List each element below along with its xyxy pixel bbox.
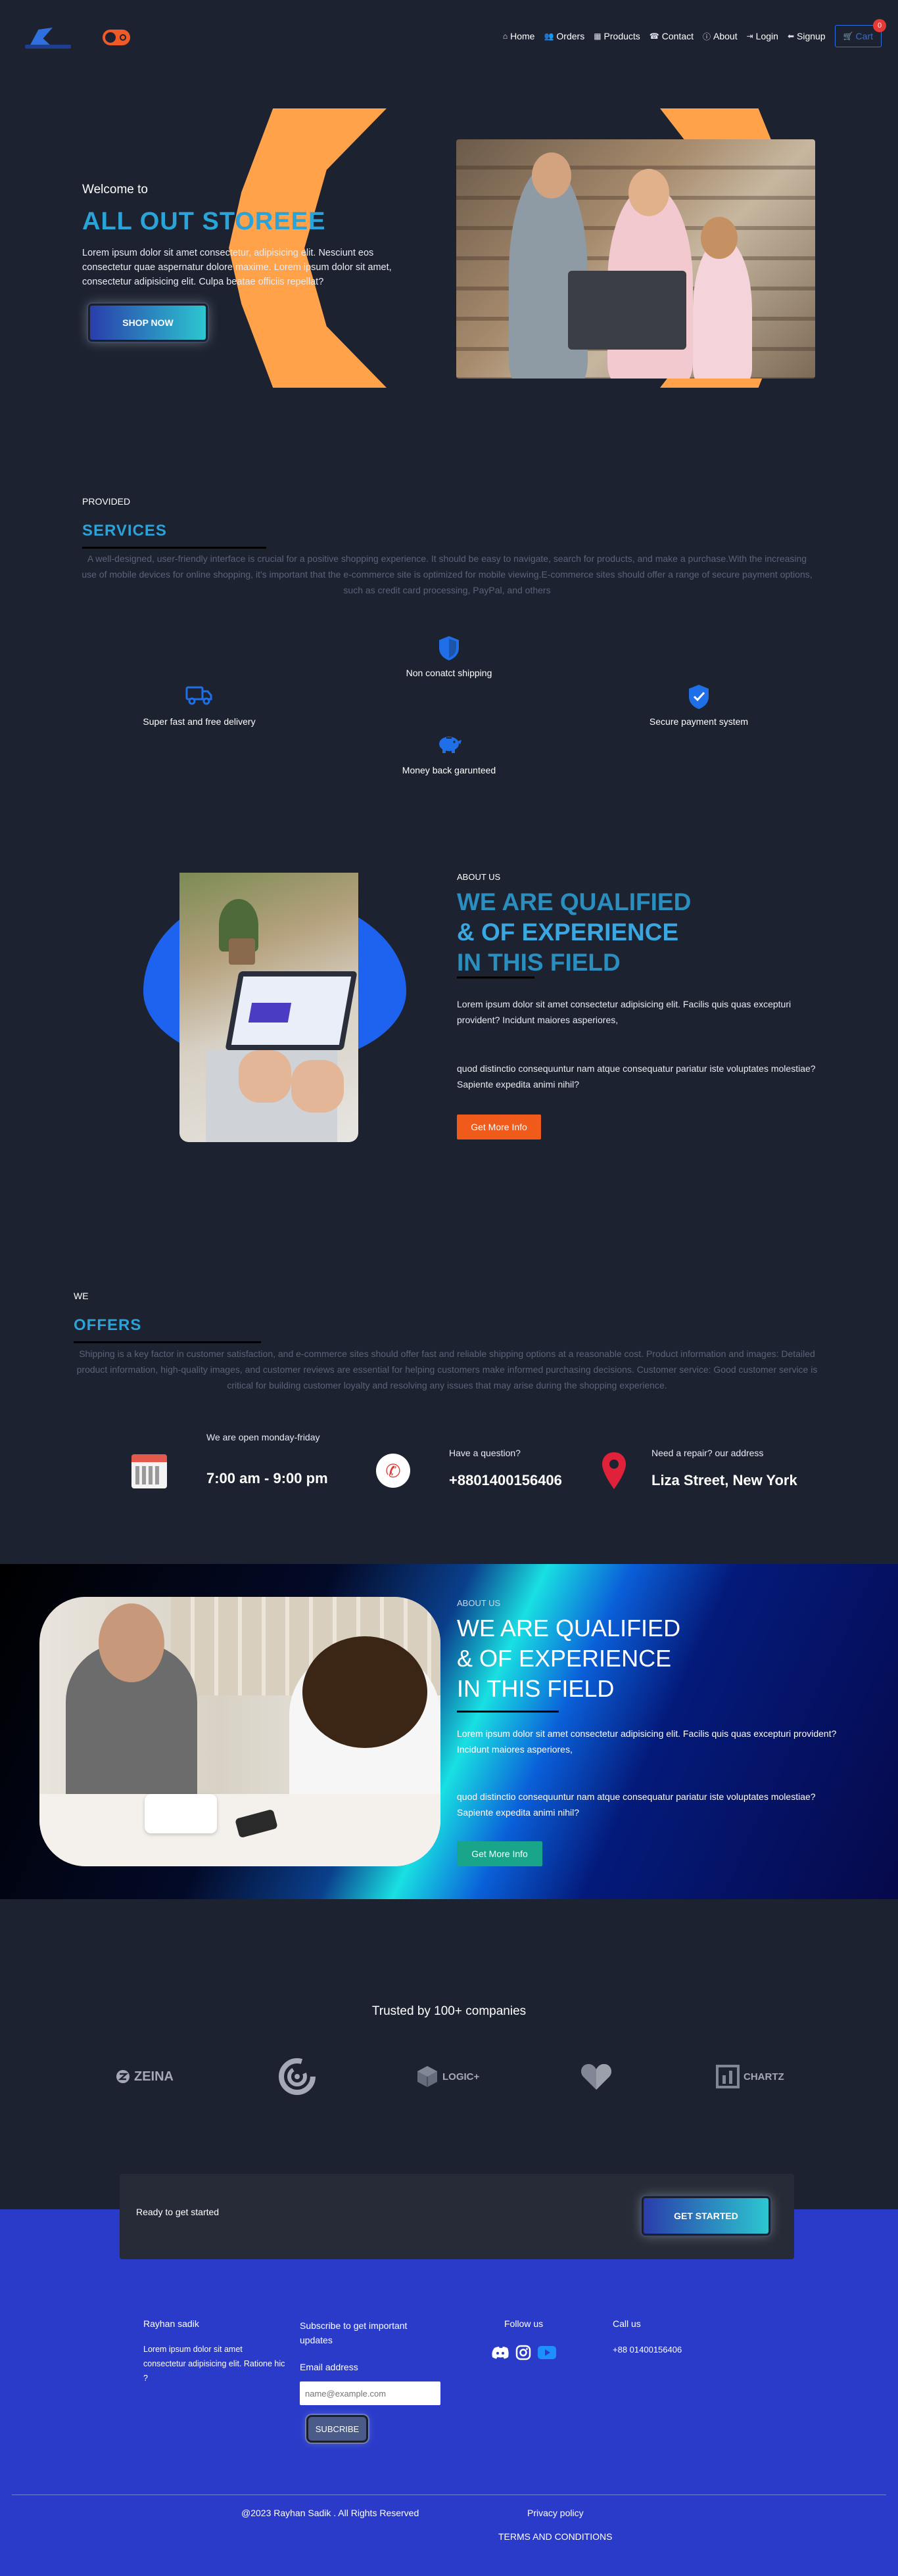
calendar-icon (131, 1454, 167, 1488)
banner-underline (457, 1711, 559, 1713)
email-label: Email address (300, 2362, 358, 2372)
about-underline (457, 977, 534, 978)
banner-store-counter-image (39, 1597, 440, 1866)
call-title: Call us (613, 2318, 641, 2329)
banner-paragraph-2: quod distinctio consequuntur nam atque c… (457, 1791, 816, 1818)
services-paragraph: A well-designed, user-friendly interface… (82, 553, 813, 595)
location-pin-icon (601, 1451, 627, 1490)
banner-title: WE ARE QUALIFIED & OF EXPERIENCE IN THIS… (457, 1615, 681, 1702)
phone-icon: ✆ (376, 1454, 410, 1488)
nav-orders[interactable]: 👥 Orders (544, 31, 584, 41)
footer-phone[interactable]: +88 01400156406 (613, 2345, 682, 2355)
get-started-button[interactable]: GET STARTED (642, 2196, 770, 2236)
cta-text: Ready to get started (136, 2207, 220, 2217)
nav-home[interactable]: ⌂ Home (503, 31, 535, 41)
offers-underline (74, 1341, 261, 1343)
brand-logic: LOGIC+ (416, 2057, 479, 2096)
terms-link[interactable]: TERMS AND CONDITIONS (498, 2531, 612, 2542)
privacy-link[interactable]: Privacy policy (527, 2508, 584, 2518)
theme-toggle[interactable] (103, 30, 130, 45)
banner-kicker: ABOUT US (457, 1598, 501, 1608)
nav-products[interactable]: ▦ Products (594, 31, 640, 41)
swirl-logo-icon (279, 2058, 316, 2095)
nav-contact[interactable]: ☎ Contact (650, 31, 694, 41)
brand-circle-logo (279, 2057, 316, 2096)
service-fast-delivery: Super fast and free delivery (114, 683, 285, 727)
shield-icon (364, 635, 534, 662)
footer-about: Lorem ipsum dolor sit amet consectetur a… (143, 2345, 285, 2383)
users-icon: 👥 (544, 32, 554, 41)
chart-logo-icon (716, 2065, 740, 2088)
brand-zeina: ZEINA (116, 2057, 174, 2096)
home-icon: ⌂ (502, 32, 508, 41)
address-value: Liza Street, New York (651, 1472, 797, 1488)
hero-family-shopping-image (456, 139, 815, 379)
about-laptop-image (179, 873, 358, 1142)
address-label: Need a repair? our address (651, 1448, 764, 1458)
banner-paragraph-1: Lorem ipsum dolor sit amet consectetur a… (457, 1728, 837, 1755)
about-kicker: ABOUT US (457, 872, 501, 882)
truck-icon (114, 683, 285, 711)
hero-welcome-text: Welcome to (82, 183, 148, 196)
shop-now-button[interactable]: SHOP NOW (88, 304, 208, 342)
piggy-bank-icon (364, 732, 534, 760)
nav-login[interactable]: ⇥ Login (747, 31, 778, 41)
footer-name: Rayhan sadik (143, 2318, 199, 2329)
services-underline (82, 547, 266, 549)
services-title: SERVICES (82, 522, 167, 540)
zeina-logo-icon (116, 2069, 130, 2084)
hours-value: 7:00 am - 9:00 pm (206, 1470, 328, 1486)
services-kicker: PROVIDED (82, 496, 131, 507)
hours-label: We are open monday-friday (206, 1432, 320, 1442)
brand-heart (580, 2057, 613, 2096)
contact-icon: ☎ (649, 32, 659, 41)
email-input[interactable] (300, 2381, 440, 2405)
service-secure-payment: Secure payment system (613, 683, 784, 727)
hero-title: ALL OUT STOREEE (82, 208, 326, 235)
footer (0, 2209, 898, 2576)
cart-button[interactable]: 🛒 Cart 0 (834, 19, 886, 47)
instagram-icon[interactable] (515, 2345, 531, 2364)
service-money-back: Money back garunteed (364, 732, 534, 775)
trusted-title: Trusted by 100+ companies (371, 2004, 527, 2018)
subscribe-button[interactable]: SUBCRIBE (306, 2415, 368, 2443)
cart-icon: 🛒 (843, 32, 853, 41)
offers-kicker: WE (74, 1291, 89, 1301)
nav-about[interactable]: ⓘ About (703, 31, 738, 42)
social-links (492, 2345, 556, 2364)
about-title: WE ARE QUALIFIED & OF EXPERIENCE IN THIS… (457, 888, 692, 976)
site-logo[interactable] (25, 28, 71, 51)
cube-logo-icon (416, 2065, 438, 2088)
phone-label: Have a question? (449, 1448, 521, 1458)
discord-icon[interactable] (492, 2346, 509, 2362)
about-get-more-info-button[interactable]: Get More Info (457, 1115, 541, 1139)
follow-title: Follow us (504, 2318, 544, 2329)
grid-icon: ▦ (594, 32, 602, 41)
youtube-icon[interactable] (538, 2346, 556, 2362)
cart-count-badge: 0 (873, 19, 886, 32)
navbar: ⌂ Home 👥 Orders ▦ Products ☎ Contact ⓘ About … (0, 0, 898, 72)
info-icon: ⓘ (703, 32, 711, 41)
about-paragraph-2: quod distinctio consequuntur nam atque c… (457, 1063, 816, 1090)
copyright: @2023 Rayhan Sadik . All Rights Reserved (241, 2508, 419, 2518)
login-icon: ⇥ (746, 32, 753, 41)
hero-description: Lorem ipsum dolor sit amet consectetur, … (82, 248, 392, 287)
about-paragraph-1: Lorem ipsum dolor sit amet consectetur a… (457, 999, 792, 1025)
nav-signup[interactable]: ⬅ Signup (788, 31, 826, 41)
offers-paragraph: Shipping is a key factor in customer sat… (76, 1348, 818, 1391)
offers-title: OFFERS (74, 1316, 142, 1334)
brand-chartz: CHARTZ (716, 2057, 784, 2096)
phone-value[interactable]: +8801400156406 (449, 1472, 562, 1489)
banner-get-more-info-button[interactable]: Get More Info (457, 1841, 542, 1866)
service-noncontact-shipping: Non conatct shipping (364, 635, 534, 678)
verified-shield-icon (613, 683, 784, 711)
heart-logo-icon (580, 2062, 613, 2091)
subscribe-title: Subscribe to get important updates (300, 2320, 408, 2345)
main-menu: ⌂ Home 👥 Orders ▦ Products ☎ Contact ⓘ About … (503, 19, 886, 47)
signup-icon: ⬅ (787, 32, 794, 41)
